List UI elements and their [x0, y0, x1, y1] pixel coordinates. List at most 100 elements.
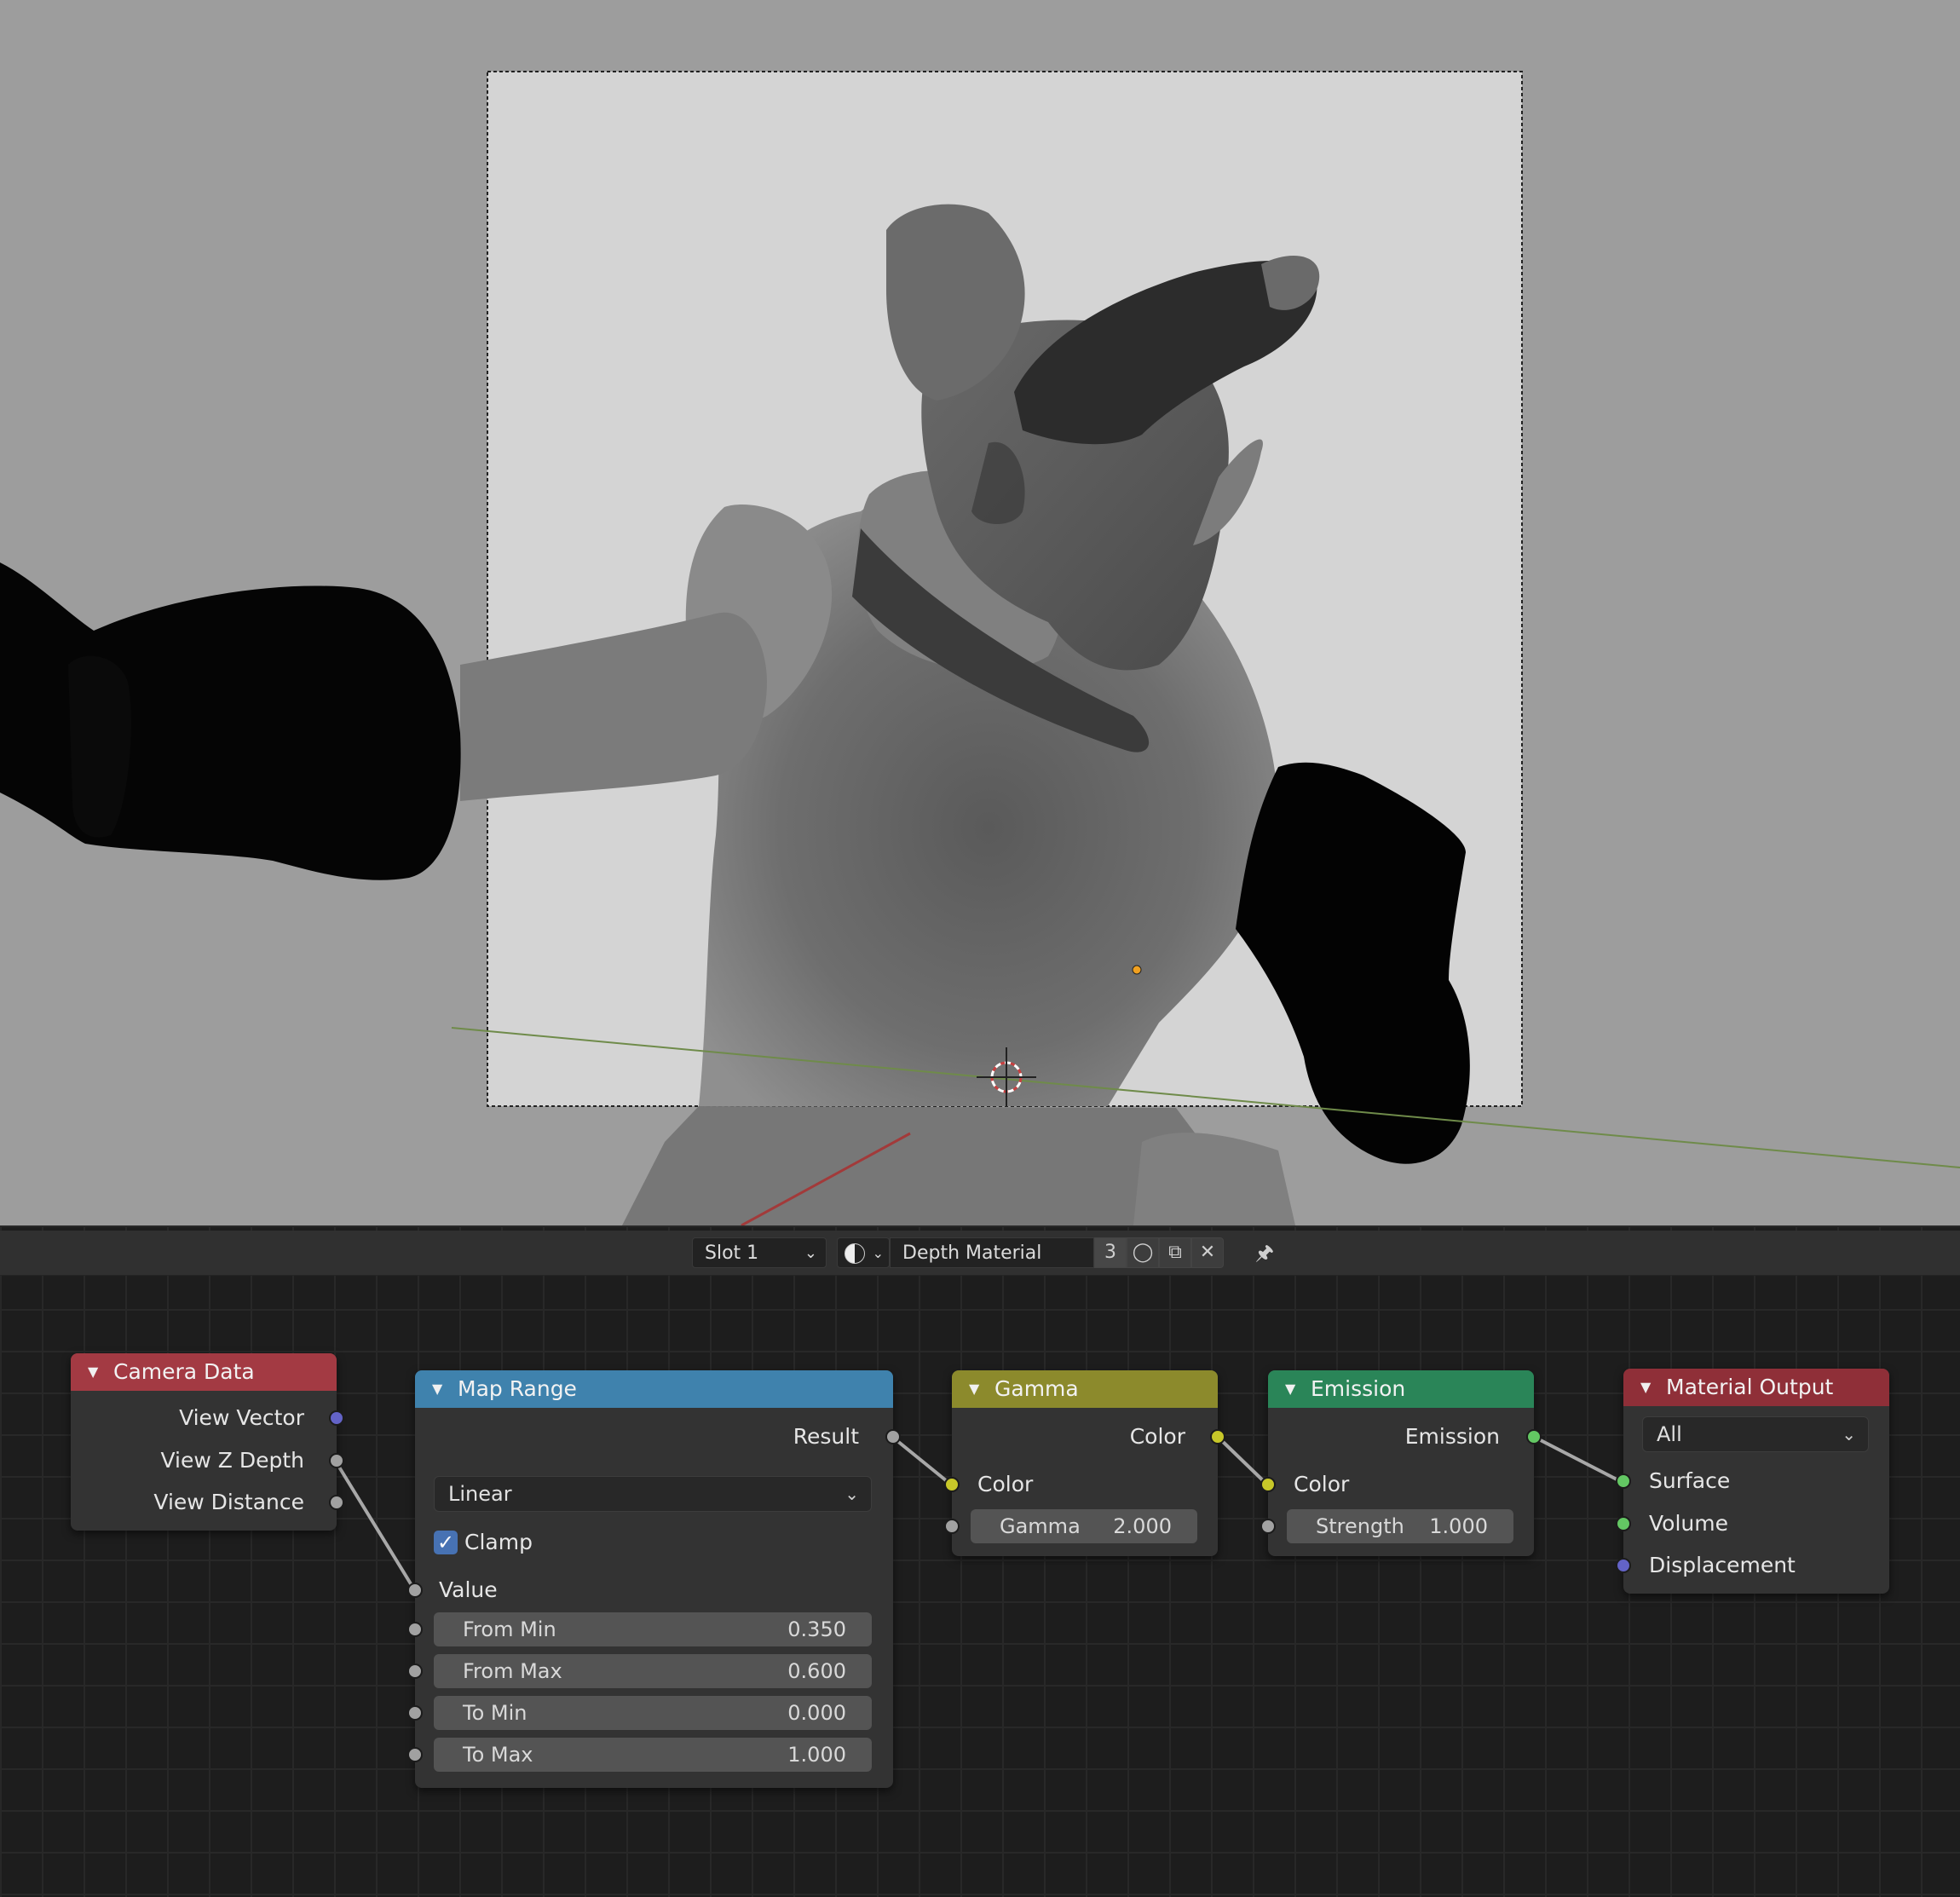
emission-output-socket[interactable]: [1526, 1429, 1542, 1444]
socket-label: View Distance: [153, 1490, 304, 1514]
clamp-checkbox[interactable]: ✓: [434, 1531, 458, 1554]
material-browse-button[interactable]: ⌄: [837, 1237, 890, 1268]
dropdown-chevron-icon: ⌄: [804, 1244, 817, 1262]
unlink-material-button[interactable]: ✕: [1191, 1237, 1224, 1268]
collapse-triangle-icon[interactable]: ▼: [1640, 1369, 1651, 1406]
pin-icon: 🖈: [1254, 1241, 1275, 1265]
view-vector-socket[interactable]: [329, 1410, 344, 1426]
collapse-triangle-icon[interactable]: ▼: [88, 1353, 98, 1391]
field-label: From Max: [463, 1659, 562, 1683]
node-title: Material Output: [1666, 1375, 1834, 1399]
volume-socket[interactable]: [1616, 1516, 1631, 1531]
slot-dropdown[interactable]: Slot 1 ⌄: [692, 1237, 827, 1268]
to-max-field[interactable]: To Max 1.000: [434, 1738, 872, 1772]
collapse-triangle-icon[interactable]: ▼: [1285, 1370, 1295, 1408]
field-value: 0.000: [787, 1701, 846, 1725]
user-count: 3: [1104, 1242, 1116, 1263]
to-max-socket[interactable]: [407, 1747, 423, 1762]
dropdown-chevron-icon: ⌄: [872, 1245, 884, 1261]
camera-data-node[interactable]: ▼ Camera Data View Vector View Z Depth V…: [71, 1353, 344, 1531]
material-output-node-header[interactable]: ▼ Material Output: [1623, 1369, 1889, 1406]
to-min-field[interactable]: To Min 0.000: [434, 1696, 872, 1730]
input-displacement: Displacement: [1649, 1550, 1796, 1581]
field-value: 2.000: [1113, 1514, 1172, 1538]
node-title: Emission: [1311, 1376, 1406, 1401]
clamp-label: Clamp: [464, 1527, 533, 1558]
surface-socket[interactable]: [1616, 1473, 1631, 1489]
input-color: Color: [977, 1469, 1033, 1500]
socket-label: Volume: [1649, 1511, 1728, 1536]
from-min-socket[interactable]: [407, 1622, 423, 1637]
render-target-dropdown[interactable]: All ⌄: [1642, 1416, 1869, 1452]
fake-user-button[interactable]: ◯: [1127, 1237, 1159, 1268]
field-label: To Max: [463, 1743, 533, 1767]
input-value: Value: [439, 1575, 498, 1606]
socket-label: Color: [1129, 1424, 1185, 1449]
emission-node-header[interactable]: ▼ Emission: [1268, 1370, 1534, 1408]
user-count-button[interactable]: 3: [1094, 1237, 1127, 1268]
node-title: Camera Data: [113, 1359, 255, 1384]
gamma-value-field[interactable]: Gamma 2.000: [971, 1509, 1197, 1543]
value-socket[interactable]: [407, 1583, 423, 1598]
gamma-node-header[interactable]: ▼ Gamma: [952, 1370, 1218, 1408]
output-emission: Emission: [1405, 1421, 1500, 1452]
strength-field[interactable]: Strength 1.000: [1287, 1509, 1513, 1543]
socket-label: Color: [977, 1472, 1034, 1496]
interpolation-dropdown[interactable]: Linear ⌄: [434, 1476, 872, 1512]
material-name-field[interactable]: Depth Material: [890, 1237, 1094, 1268]
gamma-output-socket[interactable]: [1210, 1429, 1225, 1444]
duplicate-material-button[interactable]: ⧉: [1159, 1237, 1191, 1268]
field-label: Strength: [1316, 1514, 1404, 1538]
socket-label: View Z Depth: [160, 1448, 305, 1473]
emission-color-socket[interactable]: [1260, 1477, 1276, 1492]
viewport-render: [0, 71, 1960, 1225]
from-max-field[interactable]: From Max 0.600: [434, 1654, 872, 1688]
field-value: 0.350: [787, 1617, 846, 1641]
duplicate-icon: ⧉: [1168, 1242, 1182, 1263]
close-icon: ✕: [1199, 1242, 1216, 1263]
map-range-node[interactable]: ▼ Map Range Result Linear ⌄ ✓ Clamp Valu…: [407, 1370, 901, 1788]
target-value: All: [1657, 1422, 1682, 1446]
material-sphere-icon: [845, 1243, 865, 1264]
gamma-input-socket[interactable]: [944, 1477, 960, 1492]
camera-data-node-header[interactable]: ▼ Camera Data: [71, 1353, 337, 1391]
material-output-node[interactable]: ▼ Material Output All ⌄ Surface Volume D…: [1616, 1369, 1889, 1594]
displacement-socket[interactable]: [1616, 1558, 1631, 1573]
field-label: Gamma: [1000, 1514, 1081, 1538]
foreground-fist-left: [0, 562, 461, 880]
dropdown-chevron-icon: ⌄: [1842, 1424, 1856, 1444]
result-socket[interactable]: [885, 1429, 901, 1444]
gamma-value-socket[interactable]: [944, 1519, 960, 1534]
node-editor-header: Slot 1 ⌄ ⌄ Depth Material 3 ◯ ⧉ ✕ 🖈: [0, 1231, 1960, 1276]
output-view-z-depth: View Z Depth: [161, 1445, 305, 1476]
view-z-depth-socket[interactable]: [329, 1453, 344, 1468]
field-value: 1.000: [1429, 1514, 1488, 1538]
emission-node[interactable]: ▼ Emission Emission Color Strength 1.000: [1260, 1370, 1542, 1556]
socket-label: Emission: [1404, 1424, 1500, 1449]
node-title: Gamma: [994, 1376, 1079, 1401]
output-view-distance: View Distance: [153, 1487, 304, 1518]
from-max-socket[interactable]: [407, 1663, 423, 1679]
socket-label: Result: [793, 1424, 859, 1449]
to-min-socket[interactable]: [407, 1705, 423, 1721]
pin-button[interactable]: 🖈: [1249, 1237, 1280, 1268]
view-distance-socket[interactable]: [329, 1495, 344, 1510]
figure-right-hip: [1133, 1133, 1295, 1225]
slot-label: Slot 1: [705, 1243, 759, 1264]
output-color: Color: [1130, 1421, 1185, 1452]
material-name: Depth Material: [902, 1243, 1042, 1264]
field-value: 1.000: [787, 1743, 846, 1767]
socket-label: Color: [1294, 1472, 1350, 1496]
socket-label: Displacement: [1649, 1553, 1796, 1577]
node-title: Map Range: [458, 1376, 577, 1401]
dropdown-chevron-icon: ⌄: [845, 1484, 859, 1504]
from-min-field[interactable]: From Min 0.350: [434, 1612, 872, 1646]
socket-label: View Vector: [179, 1405, 304, 1430]
gamma-node[interactable]: ▼ Gamma Color Color Gamma 2.000: [944, 1370, 1225, 1556]
3d-viewport[interactable]: [0, 0, 1960, 1225]
map-range-node-header[interactable]: ▼ Map Range: [415, 1370, 893, 1408]
strength-socket[interactable]: [1260, 1519, 1276, 1534]
collapse-triangle-icon[interactable]: ▼: [969, 1370, 979, 1408]
input-volume: Volume: [1649, 1508, 1728, 1539]
collapse-triangle-icon[interactable]: ▼: [432, 1370, 442, 1408]
